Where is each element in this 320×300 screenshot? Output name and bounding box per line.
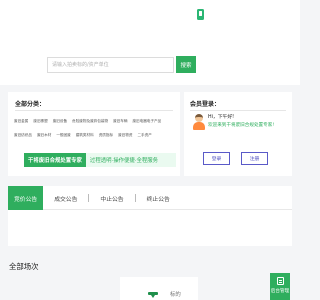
category-item[interactable]: 废旧橡塑 (33, 119, 47, 124)
category-item[interactable]: 废旧电器电子产品 (132, 119, 161, 124)
category-item[interactable]: 废旧设备 (53, 119, 67, 124)
tab-deal-announcement[interactable]: 成交公告 (43, 186, 88, 210)
login-button[interactable]: 登录 (203, 152, 230, 165)
venue-card-label: 标的 (170, 292, 181, 298)
banner-sub-text: 过程透明·操作便捷·全程服务 (89, 158, 159, 164)
divider (190, 110, 286, 111)
category-item[interactable]: 建筑类材料 (76, 133, 94, 138)
search-input[interactable] (47, 57, 174, 73)
category-item[interactable]: 资质指标 (99, 133, 113, 138)
category-item[interactable]: 二手资产 (137, 133, 151, 138)
register-button[interactable]: 注册 (241, 152, 268, 165)
category-item[interactable]: 废旧物资 (118, 133, 132, 138)
promo-banner[interactable]: 干将废旧合规处置专家 过程透明·操作便捷·全程服务 (24, 153, 176, 167)
member-title: 会员登录： (190, 101, 221, 108)
welcome-text: 欢迎来到干将废旧合规处置专家! (208, 123, 275, 128)
category-item[interactable]: 废旧金属 (14, 119, 28, 124)
tab-suspend-announcement[interactable]: 中止公告 (89, 186, 134, 210)
category-list: 废旧金属 废旧橡塑 废旧设备 危险废物及废弃包装物 废旧车辆 废旧电器电子产品 … (14, 119, 178, 138)
clipboard-icon (276, 277, 284, 285)
user-avatar-icon (192, 114, 206, 130)
member-login-panel: 会员登录： Hi，下午好! 欢迎来到干将废旧合规处置专家! 登录 注册 (184, 92, 292, 176)
announcement-panel: 竞价公告 成交公告 中止公告 终止公告 (8, 186, 292, 246)
category-item[interactable]: 废旧纺织品 (14, 133, 32, 138)
category-item[interactable]: 废旧车辆 (113, 119, 127, 124)
admin-float-button[interactable]: 后台管理 (270, 273, 290, 300)
admin-float-label: 后台管理 (270, 289, 290, 294)
header: 搜索 (0, 0, 300, 85)
divider (15, 110, 173, 111)
page: 搜索 全部分类： 废旧金属 废旧橡塑 废旧设备 危险废物及废弃包装物 废旧车辆 … (0, 0, 300, 300)
all-venues-title: 全部场次 (9, 262, 39, 271)
banner-main-text: 干将废旧合规处置专家 (24, 153, 86, 167)
venue-card[interactable]: 标的 (120, 277, 198, 300)
phone-icon[interactable] (197, 9, 204, 20)
category-item[interactable]: 一般固废 (56, 133, 70, 138)
greeting-text: Hi，下午好! (208, 115, 235, 120)
category-title: 全部分类： (15, 101, 46, 108)
search-button[interactable]: 搜索 (176, 56, 196, 73)
category-panel: 全部分类： 废旧金属 废旧橡塑 废旧设备 危险废物及废弃包装物 废旧车辆 废旧电… (8, 92, 180, 176)
category-item[interactable]: 废旧木材 (37, 133, 51, 138)
gavel-icon (148, 292, 158, 298)
tab-terminate-announcement[interactable]: 终止公告 (136, 186, 181, 210)
category-item[interactable]: 危险废物及废弃包装物 (72, 119, 108, 124)
announcement-tabs: 竞价公告 成交公告 中止公告 终止公告 (8, 186, 292, 210)
tab-bidding-announcement[interactable]: 竞价公告 (8, 186, 44, 210)
